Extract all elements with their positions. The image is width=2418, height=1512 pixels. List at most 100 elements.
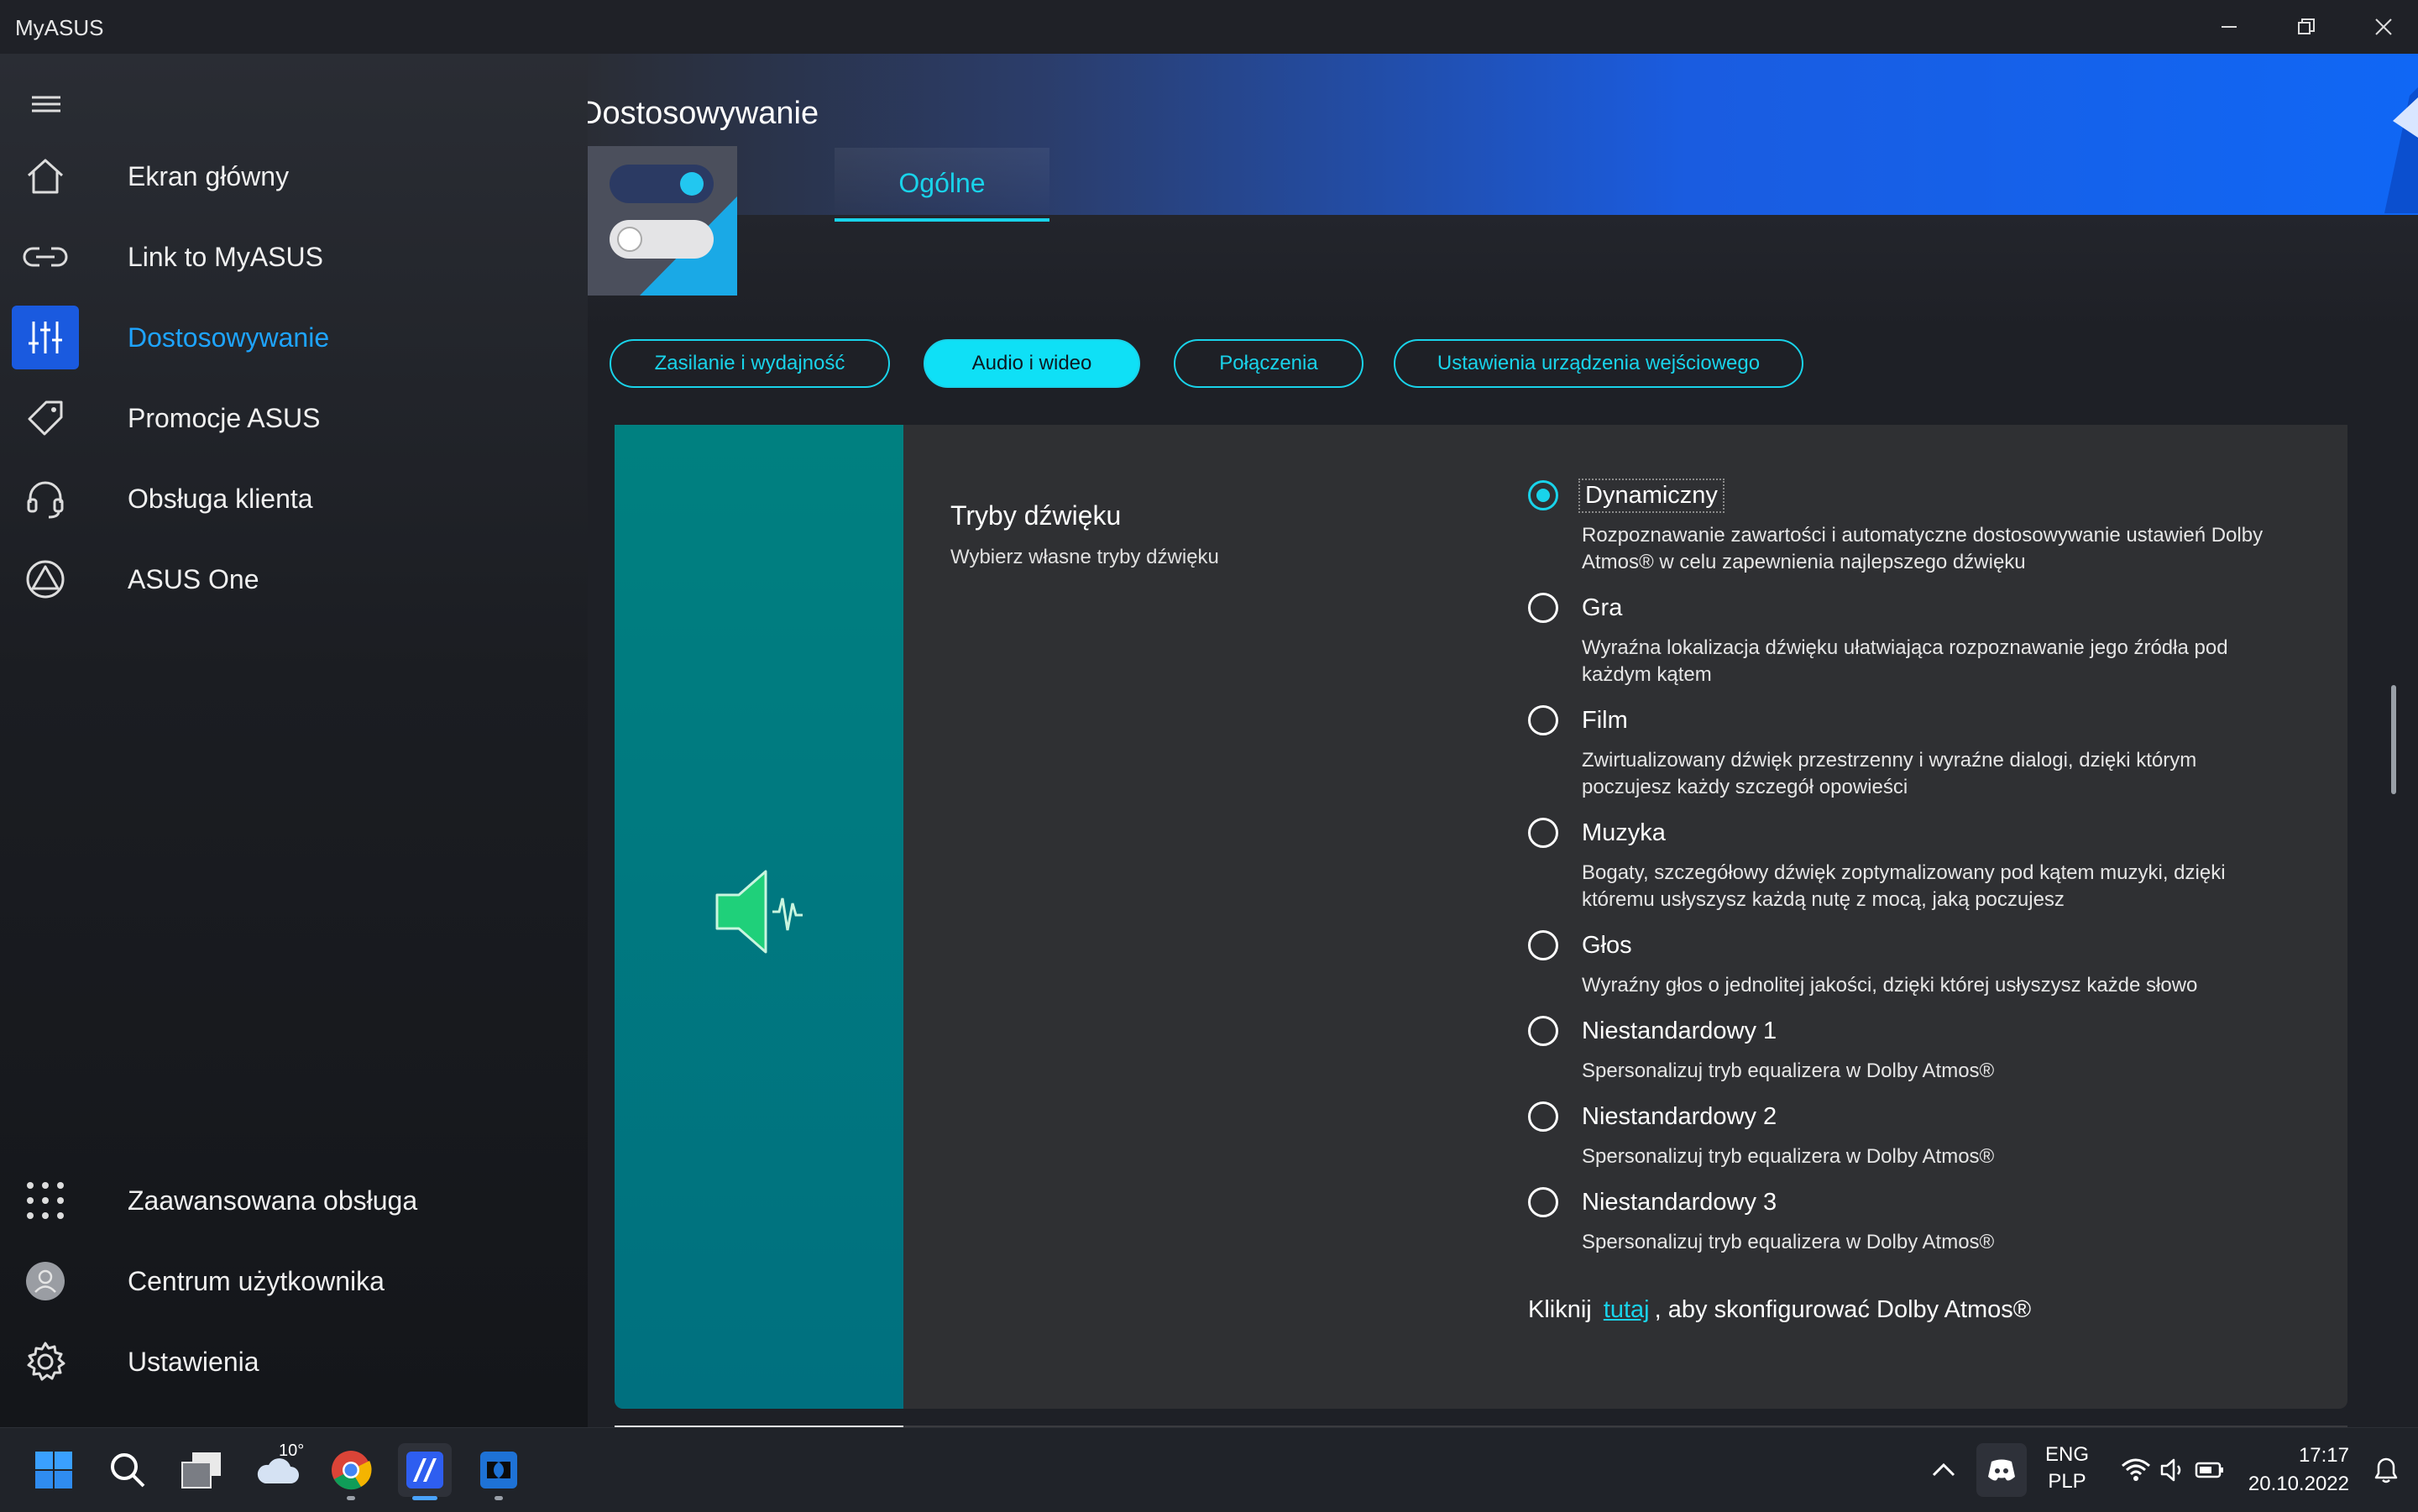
option-title: Dynamiczny	[1578, 479, 1725, 513]
dolby-access-icon	[480, 1452, 517, 1488]
task-view-button[interactable]	[175, 1443, 228, 1497]
volume-icon	[2160, 1458, 2181, 1482]
sidebar-item-label: Centrum użytkownika	[128, 1265, 385, 1296]
sidebar-item-label: Obsługa klienta	[128, 483, 313, 514]
chrome-button[interactable]	[324, 1443, 378, 1500]
option-title: Głos	[1582, 932, 1632, 959]
radio-button[interactable]	[1528, 480, 1558, 510]
option-description: Zwirtualizowany dźwięk przestrzenny i wy…	[1582, 749, 2197, 798]
sidebar-item-label: Zaawansowana obsługa	[128, 1185, 418, 1216]
category-polaczenia[interactable]: Połączenia	[1174, 339, 1363, 388]
menu-button[interactable]	[30, 87, 64, 121]
dolby-taskbar-button[interactable]	[472, 1443, 526, 1500]
option-description: Bogaty, szczegółowy dźwięk zoptymalizowa…	[1582, 861, 2226, 911]
weather-temp: 10°	[279, 1441, 305, 1460]
sidebar-item-asus-one[interactable]: ASUS One	[12, 547, 566, 611]
notifications-button[interactable]	[2368, 1443, 2405, 1497]
sliders-icon	[29, 322, 62, 353]
option-title: Niestandardowy 1	[1582, 1018, 1777, 1044]
option-description: Spersonalizuj tryb equalizera w Dolby At…	[1582, 1231, 1995, 1253]
search-button[interactable]	[101, 1443, 154, 1497]
radio-button[interactable]	[1528, 1187, 1558, 1217]
quick-settings-button[interactable]	[2106, 1443, 2240, 1497]
radio-button[interactable]	[1528, 705, 1558, 735]
option-title: Niestandardowy 2	[1582, 1103, 1777, 1130]
option-description: Spersonalizuj tryb equalizera w Dolby At…	[1582, 1145, 1995, 1168]
scrollbar-thumb[interactable]	[2391, 685, 2396, 794]
sidebar-item-centrum-uzytkownika[interactable]: Centrum użytkownika	[12, 1249, 566, 1313]
sidebar-item-label: Dostosowywanie	[128, 322, 330, 353]
sound-modes-card: Tryby dźwięku Wybierz własne tryby dźwię…	[615, 425, 2347, 1409]
sidebar-item-label: Promocje ASUS	[128, 402, 321, 433]
minimize-button[interactable]	[2200, 8, 2258, 45]
sidebar-item-dostosowywanie[interactable]: Dostosowywanie	[12, 306, 566, 369]
tab-ogolne[interactable]: Ogólne	[835, 148, 1049, 222]
option-title: Muzyka	[1582, 819, 1666, 846]
close-button[interactable]	[2354, 8, 2413, 45]
radio-button[interactable]	[1528, 1016, 1558, 1046]
sidebar: Ekran główny Link to MyASUS Dostosowywan…	[0, 54, 588, 1427]
radio-button[interactable]	[1528, 818, 1558, 848]
sound-modes-subtitle: Wybierz własne tryby dźwięku	[950, 546, 1219, 568]
sidebar-item-home[interactable]: Ekran główny	[12, 144, 566, 208]
title-bar: MyASUS	[0, 0, 2418, 54]
dolby-prefix: Kliknij	[1528, 1296, 1592, 1323]
sidebar-item-ustawienia[interactable]: Ustawienia	[12, 1330, 566, 1394]
chevron-up-icon	[1932, 1462, 1955, 1477]
close-icon	[2375, 18, 2392, 35]
option-description: Rozpoznawanie zawartości i automatyczne …	[1582, 524, 2264, 573]
minimize-icon	[2222, 26, 2237, 28]
taskbar-clock[interactable]: 17:17 20.10.2022	[2248, 1441, 2349, 1499]
gear-icon	[27, 1342, 65, 1381]
home-icon	[27, 159, 64, 194]
language-code: ENG	[2044, 1443, 2089, 1466]
start-button[interactable]	[27, 1443, 81, 1497]
sidebar-item-zaawansowana-obsluga[interactable]: Zaawansowana obsługa	[12, 1169, 566, 1232]
search-icon	[111, 1453, 145, 1488]
tray-overflow-button[interactable]	[1923, 1443, 1965, 1497]
speaker-icon	[715, 870, 803, 954]
dolby-config-link[interactable]: tutaj	[1604, 1296, 1650, 1323]
radio-button[interactable]	[1528, 1101, 1558, 1132]
sidebar-item-label: Link to MyASUS	[128, 241, 323, 272]
option-title: Film	[1582, 707, 1628, 734]
category-audio-i-wideo[interactable]: Audio i wideo	[924, 339, 1140, 388]
avatar-icon	[26, 1262, 65, 1300]
app-title: MyASUS	[15, 15, 104, 40]
sidebar-item-obsluga-klienta[interactable]: Obsługa klienta	[12, 467, 566, 531]
restore-button[interactable]	[2277, 8, 2336, 45]
radio-button[interactable]	[1528, 930, 1558, 960]
sidebar-item-link-to-myasus[interactable]: Link to MyASUS	[12, 225, 566, 289]
tag-icon	[28, 400, 63, 436]
page-title: Dostosowywanie	[588, 96, 819, 131]
task-view-icon	[181, 1452, 221, 1488]
weather-widget[interactable]: 10°	[250, 1441, 305, 1497]
myasus-icon	[406, 1452, 443, 1488]
myasus-taskbar-button[interactable]	[398, 1443, 452, 1500]
main-content: Dostosowywanie Ogólne Zasilanie i wydajn…	[588, 54, 2418, 1427]
sound-card-illustration	[615, 425, 903, 1409]
clock-date: 20.10.2022	[2248, 1473, 2349, 1495]
dolby-config-line: Kliknij tutaj, aby skonfigurować Dolby A…	[1528, 1296, 2031, 1324]
grid-icon	[27, 1182, 64, 1219]
asus-one-icon	[26, 560, 65, 599]
headset-icon	[27, 481, 64, 519]
dolby-suffix: , aby skonfigurować Dolby Atmos®	[1654, 1296, 2032, 1323]
windows-icon	[35, 1452, 72, 1488]
chrome-icon	[332, 1451, 372, 1490]
wifi-icon	[2122, 1458, 2150, 1481]
toggle-switches-icon	[610, 165, 737, 296]
sidebar-item-label: ASUS One	[128, 563, 259, 594]
discord-tray-button[interactable]	[1976, 1443, 2027, 1497]
input-language-indicator[interactable]: ENG PLP	[2042, 1441, 2092, 1495]
category-zasilanie-i-wydajnosc[interactable]: Zasilanie i wydajność	[610, 339, 890, 388]
sidebar-item-label: Ustawienia	[128, 1346, 259, 1377]
radio-button[interactable]	[1528, 593, 1558, 623]
category-ustawienia-urzadzenia-wejsciowego[interactable]: Ustawienia urządzenia wejściowego	[1394, 339, 1803, 388]
banner-decoration	[2384, 87, 2418, 213]
restore-icon	[2298, 18, 2315, 34]
sidebar-item-promocje-asus[interactable]: Promocje ASUS	[12, 386, 566, 450]
link-icon	[23, 247, 68, 267]
clock-time: 17:17	[2298, 1444, 2349, 1467]
option-description: Spersonalizuj tryb equalizera w Dolby At…	[1582, 1059, 1995, 1082]
